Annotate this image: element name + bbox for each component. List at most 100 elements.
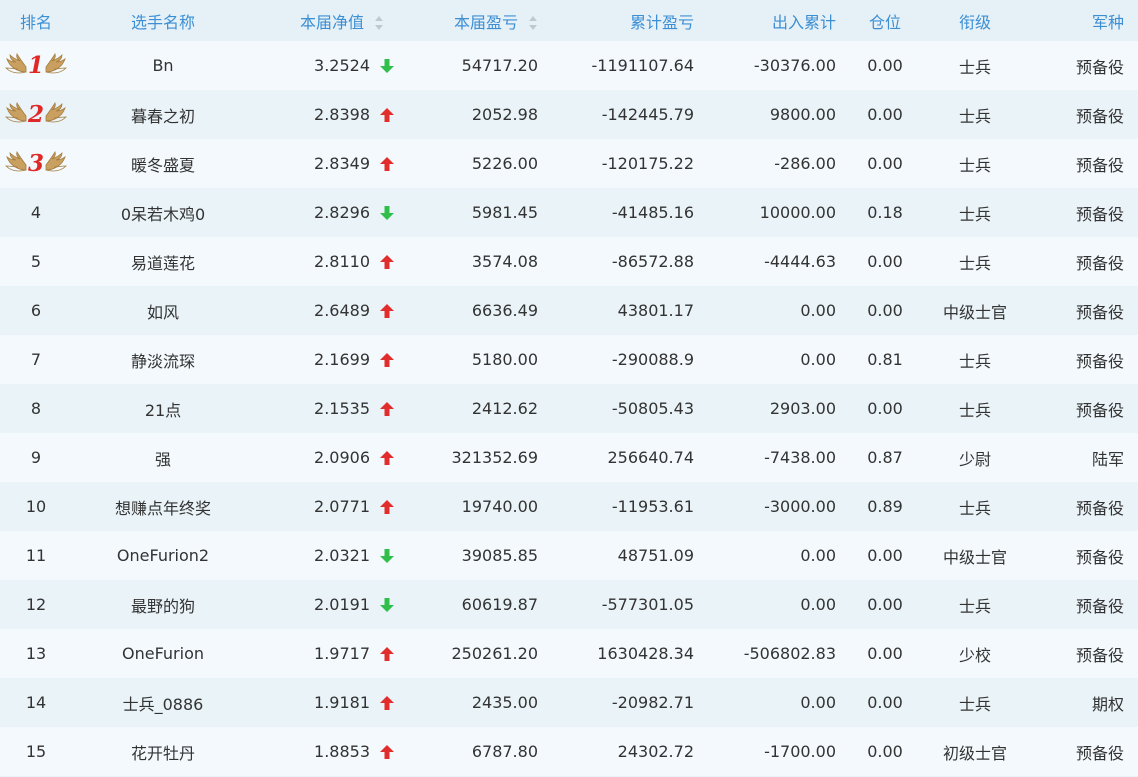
player-name[interactable]: OneFurion: [122, 644, 204, 663]
in-out-total-cell: 0.00: [716, 580, 858, 629]
cumulative-profit-value: -1191107.64: [591, 56, 694, 75]
leaderboard: 排名 选手名称 本届净值 本届盈亏 累计盈亏 出入累计 仓位 衔级 军种 1 B…: [0, 0, 1138, 777]
table-row[interactable]: 4 0呆若木鸡0 2.8296 5981.45 -41485.16 10000.…: [0, 188, 1138, 237]
position-cell: 0.00: [858, 90, 912, 139]
in-out-total-cell: 0.00: [716, 678, 858, 727]
player-name[interactable]: 如风: [147, 303, 179, 322]
player-name-cell[interactable]: 强: [72, 433, 254, 482]
in-out-total-value: -506802.83: [743, 644, 836, 663]
player-name-cell[interactable]: 最野的狗: [72, 580, 254, 629]
table-row[interactable]: 14 士兵_0886 1.9181 2435.00 -20982.71 0.00…: [0, 678, 1138, 727]
sort-icon[interactable]: [528, 16, 538, 30]
player-name-cell[interactable]: 0呆若木鸡0: [72, 188, 254, 237]
rank-number: 15: [25, 742, 47, 761]
net-value-cell: 2.0191: [254, 580, 404, 629]
player-name[interactable]: 强: [155, 450, 171, 469]
player-name-cell[interactable]: Bn: [72, 41, 254, 90]
table-row[interactable]: 10 想赚点年终奖 2.0771 19740.00 -11953.61 -300…: [0, 482, 1138, 531]
branch-value: 预备役: [1075, 498, 1124, 518]
player-name-cell[interactable]: 如风: [72, 286, 254, 335]
in-out-total-value: -30376.00: [753, 56, 836, 75]
in-out-total-cell: -7438.00: [716, 433, 858, 482]
player-name[interactable]: 易道莲花: [131, 254, 195, 273]
sort-icon[interactable]: [374, 16, 384, 30]
table-row[interactable]: 12 最野的狗 2.0191 60619.87 -577301.05 0.00 …: [0, 580, 1138, 629]
player-name-cell[interactable]: OneFurion2: [72, 531, 254, 580]
medal-badge: 2: [5, 99, 67, 129]
player-name-cell[interactable]: 暮春之初: [72, 90, 254, 139]
laurel-wing-icon: [45, 102, 67, 123]
player-name-cell[interactable]: 花开牡丹: [72, 727, 254, 776]
header-in-out-total[interactable]: 出入累计: [716, 0, 858, 41]
rank-cell: 9: [0, 433, 72, 482]
player-name[interactable]: 0呆若木鸡0: [121, 205, 205, 224]
header-net-value[interactable]: 本届净值: [254, 0, 404, 41]
table-row[interactable]: 13 OneFurion 1.9717 250261.20 1630428.34…: [0, 629, 1138, 678]
player-name-cell[interactable]: OneFurion: [72, 629, 254, 678]
table-row[interactable]: 8 21点 2.1535 2412.62 -50805.43 2903.00 0…: [0, 384, 1138, 433]
branch-cell: 预备役: [1038, 531, 1138, 580]
header-profit[interactable]: 本届盈亏: [404, 0, 560, 41]
player-name[interactable]: Bn: [152, 56, 173, 75]
player-name[interactable]: 静淡流琛: [131, 352, 195, 371]
rank-title-cell: 少校: [912, 629, 1038, 678]
net-value-cell: 3.2524: [254, 41, 404, 90]
player-name[interactable]: 士兵_0886: [123, 695, 204, 714]
player-name[interactable]: 最野的狗: [131, 597, 195, 616]
header-cumulative-profit[interactable]: 累计盈亏: [560, 0, 716, 41]
header-branch[interactable]: 军种: [1038, 0, 1138, 41]
laurel-wing-icon: [45, 151, 67, 172]
table-row[interactable]: 3 暖冬盛夏 2.8349 5226.00 -120175.22 -286.00…: [0, 139, 1138, 188]
up-arrow-icon: [380, 352, 394, 367]
position-cell: 0.00: [858, 384, 912, 433]
cumulative-profit-value: -142445.79: [601, 105, 694, 124]
medal-badge: 1: [5, 50, 67, 80]
up-arrow-icon: [380, 646, 394, 661]
table-row[interactable]: 15 花开牡丹 1.8853 6787.80 24302.72 -1700.00…: [0, 727, 1138, 776]
player-name[interactable]: 花开牡丹: [131, 744, 195, 763]
player-name-cell[interactable]: 易道莲花: [72, 237, 254, 286]
in-out-total-cell: -286.00: [716, 139, 858, 188]
position-value: 0.81: [867, 350, 903, 369]
down-arrow-icon: [380, 205, 394, 220]
medal-badge: 3: [5, 148, 67, 178]
position-value: 0.00: [867, 693, 903, 712]
player-name[interactable]: 暮春之初: [131, 107, 195, 126]
table-row[interactable]: 5 易道莲花 2.8110 3574.08 -86572.88 -4444.63…: [0, 237, 1138, 286]
player-name[interactable]: 21点: [145, 401, 181, 420]
profit-value: 5180.00: [471, 350, 538, 369]
header-player-name[interactable]: 选手名称: [72, 0, 254, 41]
player-name-cell[interactable]: 暖冬盛夏: [72, 139, 254, 188]
table-row[interactable]: 6 如风 2.6489 6636.49 43801.17 0.00 0.00 中…: [0, 286, 1138, 335]
player-name[interactable]: 想赚点年终奖: [115, 499, 211, 518]
net-value-cell: 2.8398: [254, 90, 404, 139]
player-name-cell[interactable]: 21点: [72, 384, 254, 433]
header-rank[interactable]: 排名: [0, 0, 72, 41]
header-rank-title[interactable]: 衔级: [912, 0, 1038, 41]
table-row[interactable]: 1 Bn 3.2524 54717.20 -1191107.64 -30376.…: [0, 41, 1138, 90]
player-name-cell[interactable]: 静淡流琛: [72, 335, 254, 384]
player-name-cell[interactable]: 士兵_0886: [72, 678, 254, 727]
net-value: 2.1699: [314, 350, 370, 369]
header-position[interactable]: 仓位: [858, 0, 912, 41]
position-value: 0.00: [867, 742, 903, 761]
branch-cell: 预备役: [1038, 384, 1138, 433]
table-row[interactable]: 11 OneFurion2 2.0321 39085.85 48751.09 0…: [0, 531, 1138, 580]
cumulative-profit-value: -577301.05: [601, 595, 694, 614]
up-arrow-icon: [380, 254, 394, 269]
player-name[interactable]: 暖冬盛夏: [131, 156, 195, 175]
table-row[interactable]: 2 暮春之初 2.8398 2052.98 -142445.79 9800.00…: [0, 90, 1138, 139]
profit-cell: 39085.85: [404, 531, 560, 580]
player-name-cell[interactable]: 想赚点年终奖: [72, 482, 254, 531]
branch-cell: 期权: [1038, 678, 1138, 727]
down-arrow-icon: [380, 58, 394, 73]
position-cell: 0.00: [858, 286, 912, 335]
rank-cell: 1: [0, 41, 72, 90]
table-row[interactable]: 9 强 2.0906 321352.69 256640.74 -7438.00 …: [0, 433, 1138, 482]
net-value-cell: 2.1699: [254, 335, 404, 384]
player-name[interactable]: OneFurion2: [117, 546, 209, 565]
table-row[interactable]: 7 静淡流琛 2.1699 5180.00 -290088.9 0.00 0.8…: [0, 335, 1138, 384]
down-arrow-icon: [380, 548, 394, 563]
branch-cell: 预备役: [1038, 237, 1138, 286]
position-value: 0.00: [867, 105, 903, 124]
